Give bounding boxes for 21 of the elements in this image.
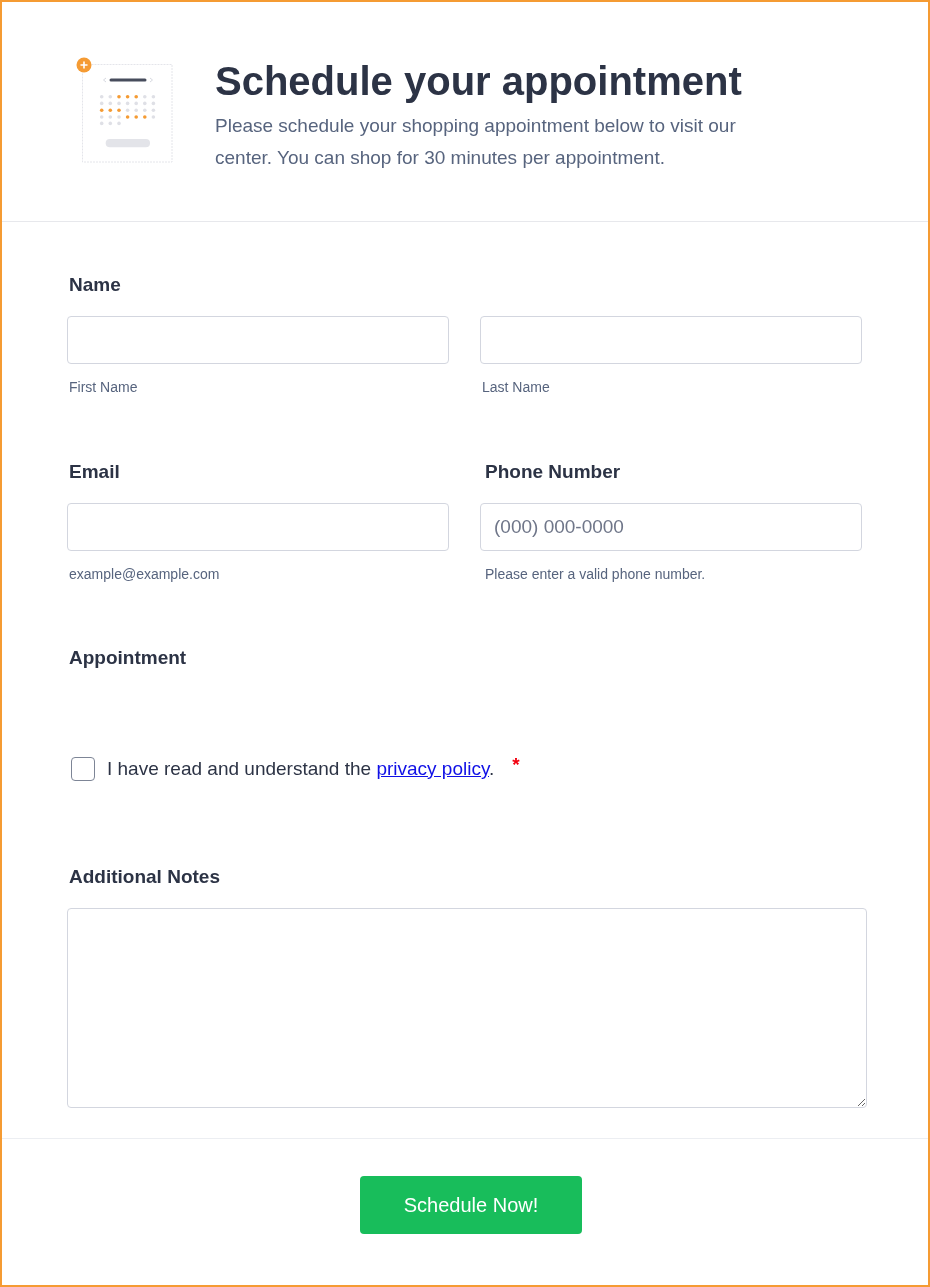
- phone-field[interactable]: (000) 000-0000: [480, 503, 862, 551]
- field-sublabel: Last Name: [482, 378, 550, 396]
- field-sublabel: Please enter a valid phone number.: [485, 565, 706, 583]
- name-input-field[interactable]: [67, 316, 449, 364]
- name-input-field[interactable]: [480, 316, 862, 364]
- notes-field[interactable]: [67, 908, 867, 1108]
- email-field[interactable]: [67, 503, 449, 551]
- field-label: Phone Number: [485, 460, 621, 484]
- required-mark: *: [512, 755, 520, 775]
- form-title: Schedule your appointment: [215, 58, 743, 105]
- field-sublabel: First Name: [69, 378, 138, 396]
- field-label: Appointment: [69, 646, 187, 670]
- field-sublabel: example@example.com: [69, 565, 220, 583]
- form-description: Please schedule your shopping appointment below to visit our center. You can shop for 30 minutes per appointment.: [215, 114, 737, 170]
- field-label: Email: [69, 460, 120, 484]
- consent-checkbox[interactable]: [71, 757, 95, 781]
- privacy-policy-link[interactable]: privacy policy: [376, 758, 489, 779]
- field-label: Additional Notes: [69, 865, 220, 889]
- calendar-icon: [76, 57, 173, 163]
- field-label: Name: [69, 273, 121, 297]
- consent-text: I have read and understand the privacy policy.: [107, 757, 495, 781]
